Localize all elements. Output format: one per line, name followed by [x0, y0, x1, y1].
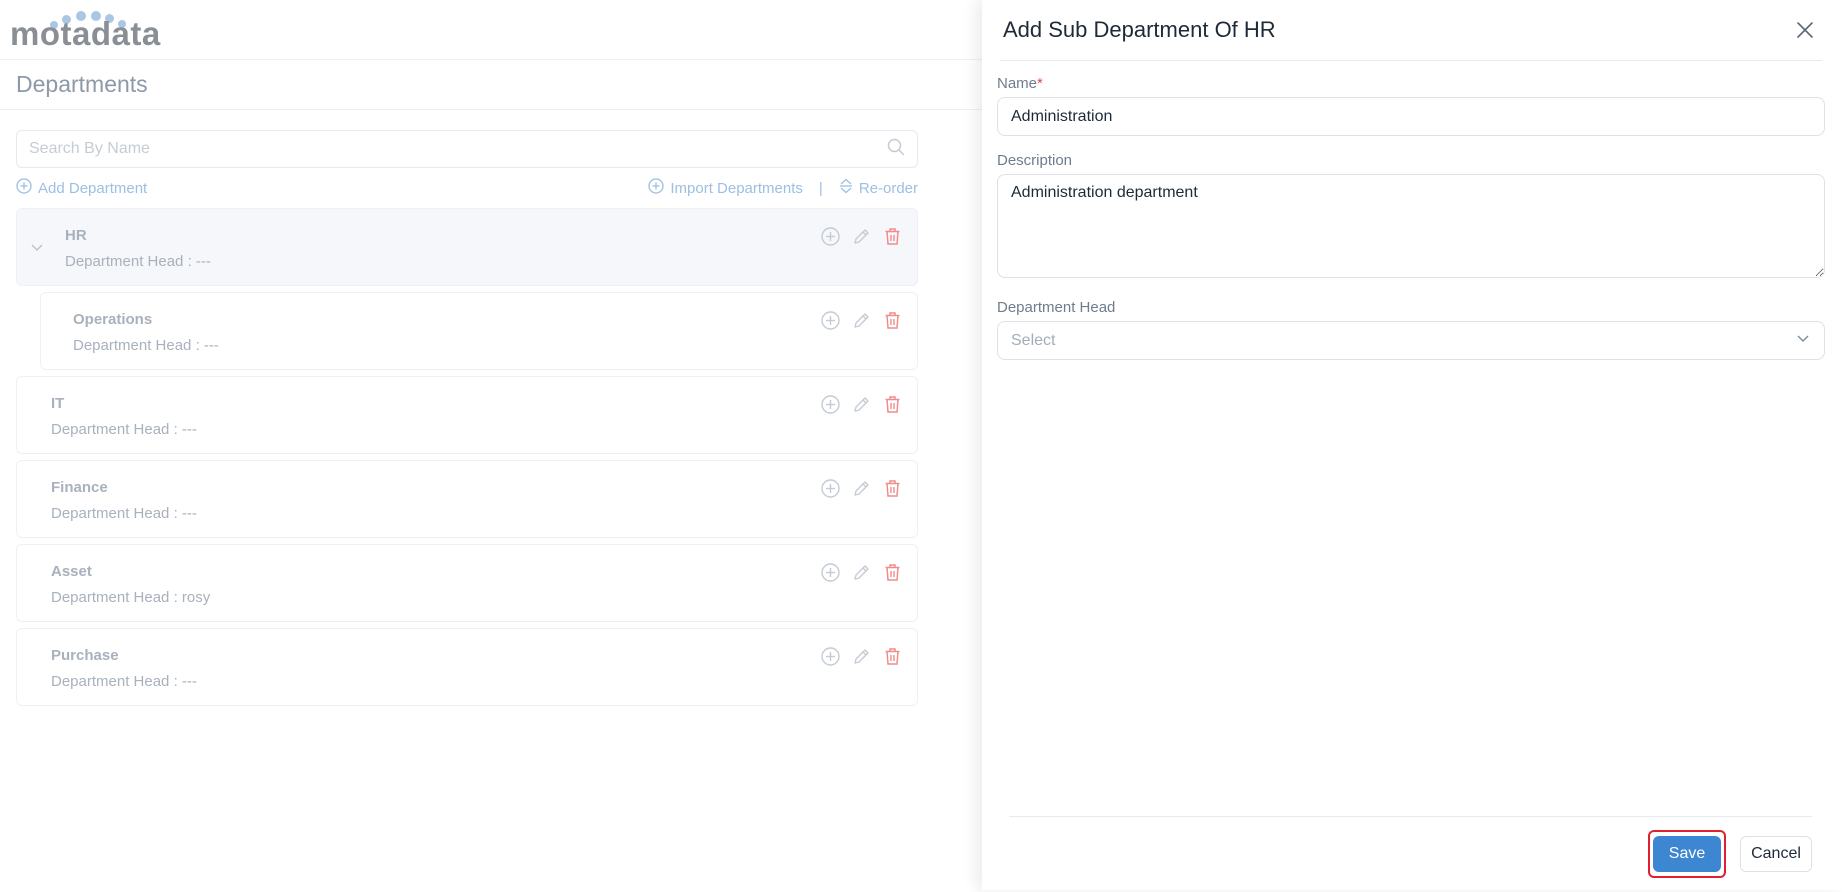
- trash-icon[interactable]: [882, 562, 903, 583]
- trash-icon[interactable]: [882, 226, 903, 247]
- search-box[interactable]: [16, 130, 918, 168]
- card-actions: [820, 394, 903, 415]
- add-sub-department-icon[interactable]: [820, 394, 841, 415]
- right-actions: Import Departments | Re-order: [648, 178, 918, 198]
- description-field[interactable]: Administration department: [997, 174, 1825, 278]
- description-group: Description Administration department: [997, 152, 1826, 283]
- add-sub-department-icon[interactable]: [820, 310, 841, 331]
- department-name: Purchase: [51, 647, 119, 664]
- add-department-button[interactable]: Add Department: [16, 178, 147, 198]
- department-form: Name* Description Administration departm…: [982, 61, 1842, 360]
- add-sub-department-icon[interactable]: [820, 646, 841, 667]
- name-field[interactable]: [997, 97, 1825, 136]
- card-actions: [820, 562, 903, 583]
- close-icon[interactable]: [1794, 19, 1816, 41]
- plus-circle-icon: [16, 178, 32, 198]
- chevron-down-icon[interactable]: [29, 239, 45, 255]
- description-label: Description: [997, 152, 1073, 169]
- trash-icon[interactable]: [882, 478, 903, 499]
- trash-icon[interactable]: [882, 646, 903, 667]
- card-actions: [820, 646, 903, 667]
- department-card-purchase[interactable]: Purchase Department Head : ---: [16, 628, 918, 706]
- reorder-button[interactable]: Re-order: [839, 178, 918, 198]
- department-head: Department Head : ---: [51, 421, 197, 438]
- trash-icon[interactable]: [882, 394, 903, 415]
- reorder-icon: [839, 178, 853, 198]
- edit-icon[interactable]: [851, 226, 872, 247]
- card-actions: [820, 478, 903, 499]
- department-list: HR Department Head : --- Operations Depa…: [16, 208, 918, 706]
- department-card-asset[interactable]: Asset Department Head : rosy: [16, 544, 918, 622]
- required-mark: *: [1037, 75, 1043, 92]
- edit-icon[interactable]: [851, 310, 872, 331]
- edit-icon[interactable]: [851, 646, 872, 667]
- add-sub-department-drawer: Add Sub Department Of HR Name* Descripti…: [982, 0, 1842, 890]
- name-label: Name*: [997, 75, 1043, 92]
- chevron-down-icon: [1795, 330, 1811, 351]
- reorder-label: Re-order: [858, 179, 918, 197]
- edit-icon[interactable]: [851, 394, 872, 415]
- department-head: Department Head : ---: [65, 253, 211, 270]
- department-name: Asset: [51, 563, 92, 580]
- department-head: Department Head : ---: [73, 337, 219, 354]
- motadata-logo[interactable]: motadata: [10, 5, 170, 55]
- page-title: Departments: [16, 71, 148, 97]
- import-departments-button[interactable]: Import Departments: [648, 178, 803, 198]
- actions-row: Add Department Import Departments | Re-o…: [16, 168, 918, 208]
- department-card-operations[interactable]: Operations Department Head : ---: [40, 292, 918, 370]
- logo-text: motadata: [10, 14, 161, 52]
- trash-icon[interactable]: [882, 310, 903, 331]
- import-departments-label: Import Departments: [670, 179, 803, 197]
- search-input[interactable]: [29, 140, 818, 158]
- page-header: Departments: [0, 60, 982, 110]
- actions-separator: |: [818, 179, 823, 197]
- department-head-group: Department Head Select: [997, 299, 1826, 360]
- plus-circle-icon: [648, 178, 665, 198]
- department-card-finance[interactable]: Finance Department Head : ---: [16, 460, 918, 538]
- add-sub-department-icon[interactable]: [820, 562, 841, 583]
- select-placeholder: Select: [1011, 331, 1056, 349]
- department-card-it[interactable]: IT Department Head : ---: [16, 376, 918, 454]
- department-name: Operations: [73, 311, 153, 328]
- card-actions: [820, 226, 903, 247]
- drawer-title: Add Sub Department Of HR: [1003, 17, 1276, 42]
- card-actions: [820, 310, 903, 331]
- save-button[interactable]: Save: [1653, 835, 1721, 872]
- department-head-label: Department Head: [997, 299, 1116, 316]
- add-department-label: Add Department: [38, 179, 148, 197]
- drawer-footer: Save Cancel: [1009, 816, 1812, 890]
- name-group: Name*: [997, 75, 1826, 136]
- department-name: IT: [51, 395, 65, 412]
- drawer-header: Add Sub Department Of HR: [1000, 0, 1822, 61]
- search-icon[interactable]: [887, 138, 905, 161]
- departments-page: motadata Departments Add Department: [0, 0, 982, 892]
- department-head-select[interactable]: Select: [997, 321, 1825, 360]
- top-bar: motadata: [0, 0, 982, 60]
- department-card-hr[interactable]: HR Department Head : ---: [16, 208, 918, 286]
- add-sub-department-icon[interactable]: [820, 478, 841, 499]
- edit-icon[interactable]: [851, 478, 872, 499]
- departments-content: Add Department Import Departments | Re-o…: [0, 110, 934, 706]
- add-sub-department-icon[interactable]: [820, 226, 841, 247]
- department-head: Department Head : ---: [51, 505, 197, 522]
- department-head: Department Head : rosy: [51, 589, 211, 606]
- cancel-button[interactable]: Cancel: [1740, 835, 1812, 872]
- department-name: Finance: [51, 479, 108, 496]
- department-head: Department Head : ---: [51, 673, 197, 690]
- edit-icon[interactable]: [851, 562, 872, 583]
- save-highlight: Save: [1648, 829, 1726, 878]
- department-name: HR: [65, 227, 87, 244]
